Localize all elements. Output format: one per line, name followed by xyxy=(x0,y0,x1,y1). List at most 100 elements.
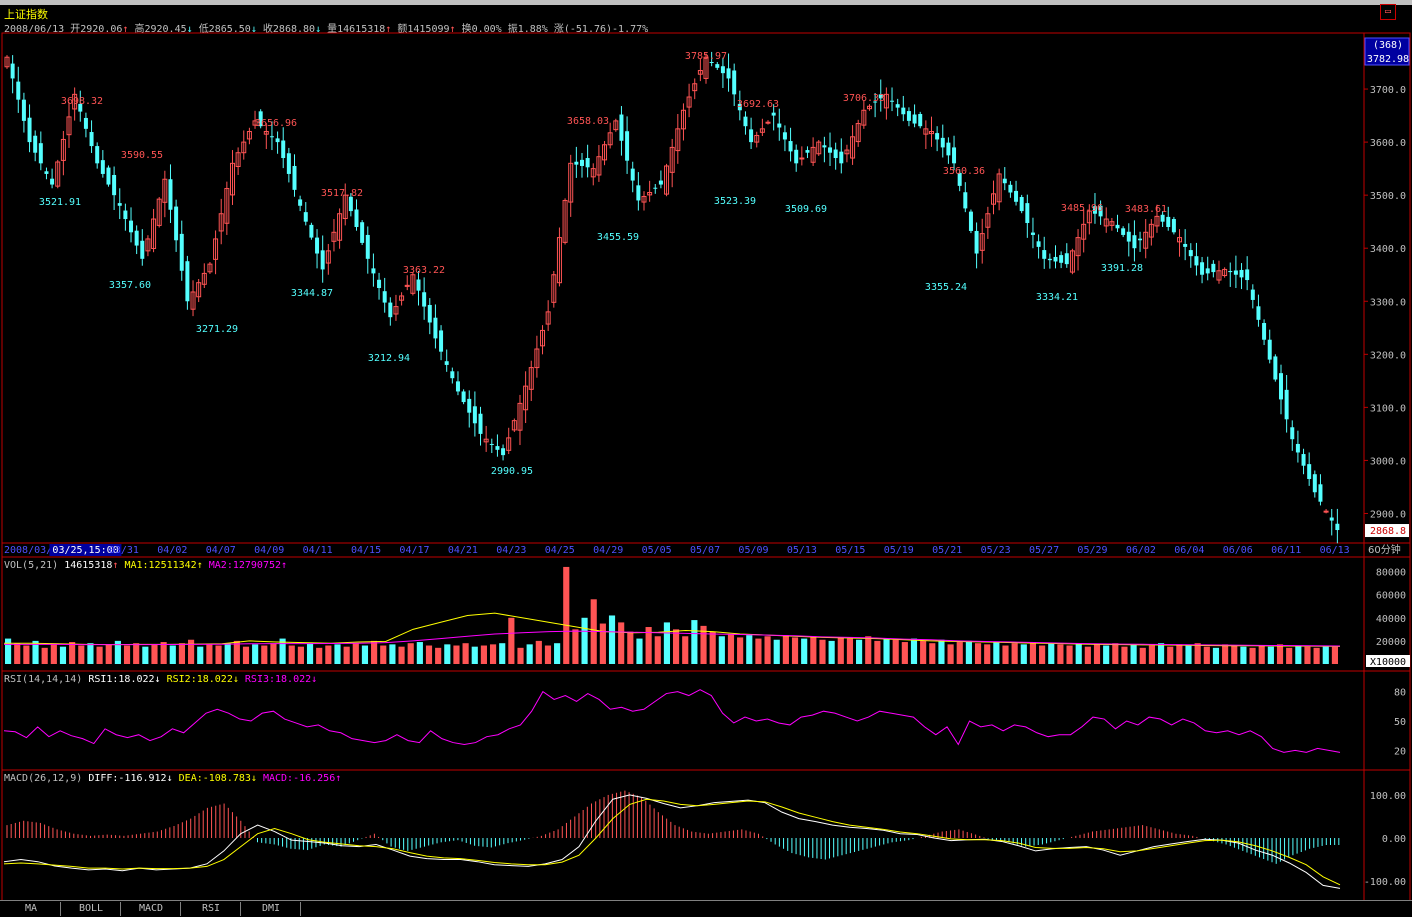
volume-bar xyxy=(791,637,799,664)
candle-body xyxy=(1267,339,1272,360)
candle-body xyxy=(44,171,49,174)
volume-bar xyxy=(1194,643,1201,664)
volume-bar xyxy=(206,644,213,664)
volume-bar xyxy=(984,644,991,664)
volume-bar xyxy=(389,644,396,664)
volume-bar xyxy=(453,645,460,664)
volume-bar xyxy=(1258,645,1265,664)
candle-body xyxy=(890,100,895,102)
x-axis-label: 06/13 xyxy=(1320,545,1350,556)
candle-body xyxy=(140,240,145,259)
candle-body xyxy=(1002,178,1007,184)
x-axis-label: 05/21 xyxy=(932,545,962,556)
candle-body xyxy=(1273,356,1278,380)
price-annotation: 3656.96 xyxy=(255,118,297,129)
candle-body xyxy=(382,291,387,303)
candle-body xyxy=(416,279,421,291)
candle-body xyxy=(968,211,973,231)
kline-chart[interactable]: 3700.0 3600.0 3500.0 3400.0 3300.0 3200.0 3100… xyxy=(0,0,1412,900)
candle-body xyxy=(450,371,455,379)
candle-body xyxy=(1171,219,1176,233)
candle-body xyxy=(1211,263,1216,273)
volume-bar xyxy=(444,644,451,664)
volume-unit-label: X10000 xyxy=(1370,657,1406,668)
price-annotation: 3517.82 xyxy=(321,188,363,199)
candle-body xyxy=(839,151,844,164)
volume-bar xyxy=(1103,645,1110,664)
tab-rsi[interactable]: RSI xyxy=(182,902,241,916)
volume-tick-label: 80000 xyxy=(1376,568,1406,579)
candle-body xyxy=(1126,231,1131,242)
candle-body xyxy=(495,446,500,450)
candle-body xyxy=(377,279,382,288)
price-annotation: 3590.55 xyxy=(121,150,163,161)
macd-tick-label: -100.00 xyxy=(1364,877,1406,888)
candle-body xyxy=(95,146,100,164)
volume-bar xyxy=(846,638,854,664)
tab-dmi[interactable]: DMI xyxy=(242,902,301,916)
candle-body xyxy=(1250,289,1255,300)
candle-body xyxy=(1121,228,1126,235)
arrow-up-icon: ↑ xyxy=(196,560,203,571)
volume-bar xyxy=(169,645,176,664)
candle-body xyxy=(1132,235,1137,249)
x-axis-label: 05/23 xyxy=(981,545,1011,556)
arrow-down-icon: ↓ xyxy=(250,773,257,784)
rsi-tick-label: 20 xyxy=(1394,746,1406,757)
x-axis-label: 04/15 xyxy=(351,545,381,556)
arrow-down-icon: ↓ xyxy=(154,674,161,685)
volume-bar xyxy=(78,645,85,664)
candle-body xyxy=(1318,484,1323,502)
top-price-label: 3782.98 xyxy=(1367,54,1409,65)
volume-bar xyxy=(1112,643,1119,664)
candle-body xyxy=(1329,517,1334,521)
candle-body xyxy=(365,234,370,259)
x-axis-label: 06/11 xyxy=(1271,545,1301,556)
volume-bar xyxy=(471,646,478,664)
tab-ma[interactable]: MA xyxy=(2,902,61,916)
candle-body xyxy=(427,304,432,323)
candle-body xyxy=(112,174,117,196)
volume-bar xyxy=(1276,644,1284,664)
x-axis-label: 05/07 xyxy=(690,545,720,556)
x-axis-label: 05/09 xyxy=(738,545,768,556)
candle-body xyxy=(371,268,376,274)
macd-legend-diff: DIFF:-116.912 xyxy=(88,773,167,784)
volume-bar xyxy=(1020,644,1027,664)
candle-body xyxy=(433,317,438,339)
tab-macd[interactable]: MACD xyxy=(122,902,181,916)
x-axis-label: 05/19 xyxy=(884,545,914,556)
volume-bar xyxy=(96,646,103,664)
arrow-up-icon: ↑ xyxy=(335,773,342,784)
volume-bar xyxy=(663,622,670,664)
last-price-label: 2868.8 xyxy=(1370,526,1406,537)
volume-bar xyxy=(435,647,442,664)
volume-bar xyxy=(407,643,414,664)
rsi-tick-label: 80 xyxy=(1394,688,1406,699)
candle-body xyxy=(906,111,911,121)
candle-body xyxy=(1053,256,1058,262)
volume-bar xyxy=(618,622,625,664)
candle-body xyxy=(444,361,449,365)
volume-bar xyxy=(316,647,323,664)
price-annotation: 3357.60 xyxy=(109,280,151,291)
price-annotation: 3212.94 xyxy=(368,353,410,364)
candle-body xyxy=(1228,271,1233,273)
volume-tick-label: 20000 xyxy=(1376,637,1406,648)
candle-body xyxy=(320,250,325,270)
candle-body xyxy=(1312,474,1317,493)
macd-dea-line xyxy=(3,798,1341,886)
volume-tick-label: 40000 xyxy=(1376,614,1406,625)
tab-boll[interactable]: BOLL xyxy=(62,902,121,916)
price-annotation: 3485.96 xyxy=(1061,203,1103,214)
candle-body xyxy=(185,261,190,302)
candle-body xyxy=(952,147,957,164)
volume-bar xyxy=(856,639,863,664)
x-axis-label: 05/13 xyxy=(787,545,817,556)
candle-body xyxy=(918,113,923,127)
candle-body xyxy=(732,70,737,95)
volume-bar xyxy=(1331,646,1338,664)
x-axis-label: 03/31 xyxy=(109,545,139,556)
candle-body xyxy=(388,302,393,318)
volume-bar xyxy=(87,643,94,664)
